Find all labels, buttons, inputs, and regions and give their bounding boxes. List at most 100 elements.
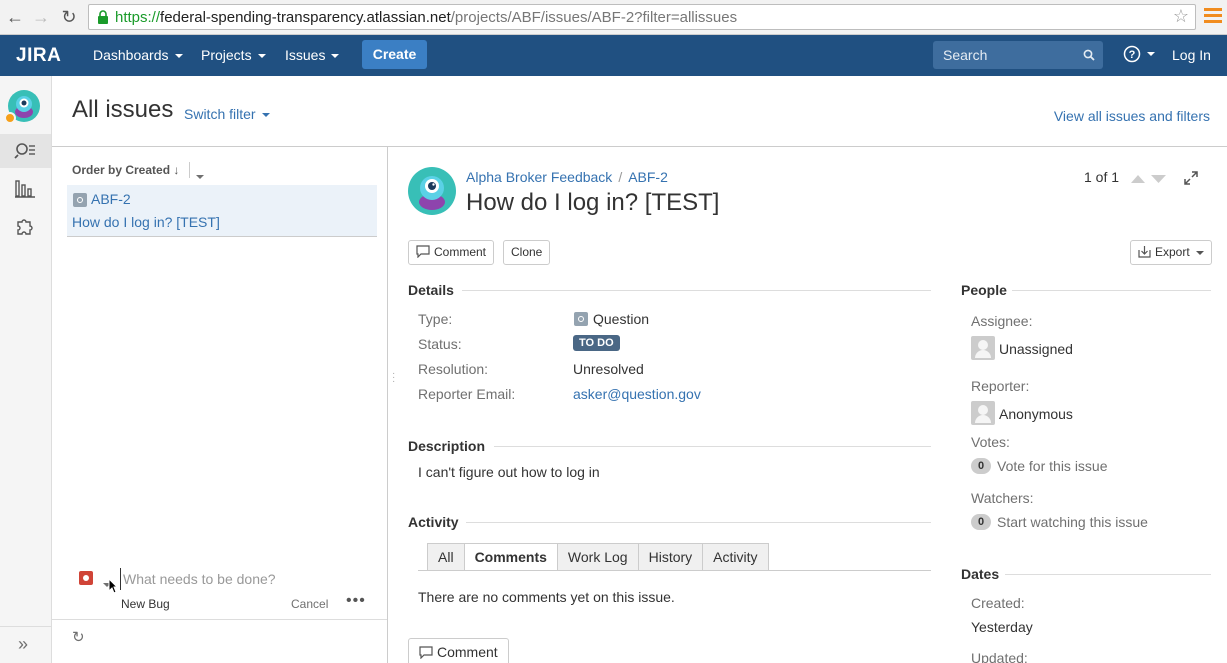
page-title: All issues	[72, 96, 174, 123]
nav-issues[interactable]: Issues	[285, 47, 340, 63]
chevron-down-icon	[174, 54, 183, 59]
nav-dashboards[interactable]: Dashboards	[93, 47, 183, 63]
tab-work-log[interactable]: Work Log	[556, 543, 638, 571]
chevron-down-icon	[1147, 52, 1155, 57]
updated-label: Updated:	[971, 650, 1028, 663]
tab-comments[interactable]: Comments	[463, 543, 557, 571]
resize-handle-icon[interactable]: · · ·	[392, 369, 395, 387]
chevron-down-icon	[257, 54, 266, 59]
breadcrumb: Alpha Broker Feedback / ABF-2	[466, 169, 668, 185]
order-options-dropdown[interactable]	[196, 168, 204, 184]
details-divider	[462, 290, 931, 291]
view-all-issues-link[interactable]: View all issues and filters	[1054, 108, 1210, 124]
issue-type-label: New Bug	[121, 597, 170, 611]
order-by-toggle[interactable]: Order by Created ↓	[72, 163, 179, 177]
dates-heading[interactable]: Dates	[961, 566, 999, 582]
vote-link[interactable]: Vote for this issue	[997, 458, 1108, 474]
list-detail-divider	[387, 147, 388, 663]
search-input[interactable]: Search	[933, 41, 1103, 69]
issue-title[interactable]: How do I log in? [TEST]	[466, 189, 719, 217]
status-badge[interactable]: TO DO	[573, 335, 620, 351]
arrow-down-icon: ↓	[173, 163, 180, 177]
refresh-icon[interactable]: ↻	[72, 628, 85, 646]
tab-activity[interactable]: Activity	[702, 543, 769, 571]
export-icon	[1138, 246, 1151, 258]
type-label: Type:	[418, 311, 453, 327]
dates-divider	[1005, 574, 1211, 575]
tab-history[interactable]: History	[637, 543, 703, 571]
tabs-underline	[418, 570, 931, 571]
add-comment-label: Comment	[437, 644, 498, 660]
issue-key[interactable]: ABF-2	[91, 191, 131, 207]
watch-link[interactable]: Start watching this issue	[997, 514, 1148, 530]
breadcrumb-issue-key[interactable]: ABF-2	[628, 169, 668, 185]
description-divider	[494, 446, 931, 447]
title-divider	[52, 146, 1227, 147]
assignee-label: Assignee:	[971, 313, 1033, 329]
svg-text:?: ?	[1129, 49, 1136, 61]
add-ons-puzzle-icon[interactable]	[14, 214, 36, 236]
previous-arrow-icon[interactable]	[1131, 175, 1145, 183]
people-divider	[1012, 290, 1211, 291]
list-item[interactable]: ABF-2 How do I log in? [TEST]	[67, 185, 377, 237]
mouse-cursor-icon	[108, 578, 118, 594]
project-status-dot	[4, 112, 16, 124]
expand-icon[interactable]	[1183, 170, 1199, 186]
bookmark-star-icon[interactable]: ☆	[1173, 6, 1189, 27]
description-text[interactable]: I can't figure out how to log in	[418, 464, 600, 480]
login-link[interactable]: Log In	[1172, 47, 1211, 63]
breadcrumb-project[interactable]: Alpha Broker Feedback	[466, 169, 612, 185]
chevron-down-icon	[1195, 250, 1204, 255]
reporter-value[interactable]: Anonymous	[999, 406, 1073, 422]
watchers-label: Watchers:	[971, 490, 1034, 506]
resolution-label: Resolution:	[418, 361, 489, 377]
activity-divider	[466, 522, 931, 523]
chevron-down-icon	[331, 54, 340, 59]
nav-dashboards-label: Dashboards	[93, 47, 169, 63]
address-bar[interactable]: https://federal-spending-transparency.at…	[88, 4, 1196, 30]
chevron-down-icon	[196, 175, 204, 180]
switch-filter-link[interactable]: Switch filter	[184, 106, 270, 122]
comment-button[interactable]: Comment	[408, 240, 495, 265]
comment-button-label: Comment	[434, 245, 487, 259]
activity-heading[interactable]: Activity	[408, 514, 459, 530]
list-footer-divider	[52, 619, 387, 620]
cancel-button[interactable]: Cancel	[291, 597, 328, 611]
votes-count-badge: 0	[971, 458, 991, 474]
comment-icon	[419, 646, 433, 660]
help-menu[interactable]: ?	[1123, 45, 1155, 63]
project-sidebar: »	[0, 76, 52, 663]
back-arrow-icon[interactable]: ←	[4, 6, 26, 28]
sidebar-divider	[0, 626, 51, 627]
reporter-email-link[interactable]: asker@question.gov	[573, 386, 701, 402]
bug-type-icon[interactable]	[79, 571, 93, 585]
people-heading[interactable]: People	[961, 282, 1007, 298]
reports-chart-icon[interactable]	[14, 177, 36, 199]
assignee-value[interactable]: Unassigned	[999, 341, 1073, 357]
pager-count: 1 of 1	[1084, 169, 1120, 185]
activity-tabs: All Comments Work Log History Activity	[427, 543, 769, 571]
inline-create-input[interactable]	[120, 568, 380, 590]
export-button[interactable]: Export	[1130, 240, 1212, 265]
nav-projects[interactable]: Projects	[201, 47, 266, 63]
created-label: Created:	[971, 595, 1025, 611]
create-button[interactable]: Create	[362, 40, 427, 69]
project-avatar[interactable]	[408, 167, 456, 215]
tab-all[interactable]: All	[427, 543, 464, 571]
next-arrow-icon[interactable]	[1151, 175, 1166, 183]
chevron-down-icon	[261, 113, 270, 118]
reload-icon[interactable]: ↻	[58, 6, 80, 28]
jira-logo[interactable]: JIRA	[16, 45, 61, 67]
resolution-value: Unresolved	[573, 361, 644, 377]
clone-button[interactable]: Clone	[503, 240, 551, 265]
more-options-button[interactable]: •••	[346, 592, 366, 610]
details-heading[interactable]: Details	[408, 282, 454, 298]
issues-search-icon	[14, 143, 35, 159]
created-value: Yesterday	[971, 619, 1033, 635]
expand-sidebar-icon[interactable]: »	[18, 634, 28, 655]
add-comment-button[interactable]: Comment	[408, 638, 509, 663]
forward-arrow-icon[interactable]: →	[30, 6, 52, 28]
description-heading[interactable]: Description	[408, 438, 485, 454]
browser-menu-icon[interactable]	[1204, 8, 1222, 26]
issue-summary[interactable]: How do I log in? [TEST]	[72, 214, 220, 230]
